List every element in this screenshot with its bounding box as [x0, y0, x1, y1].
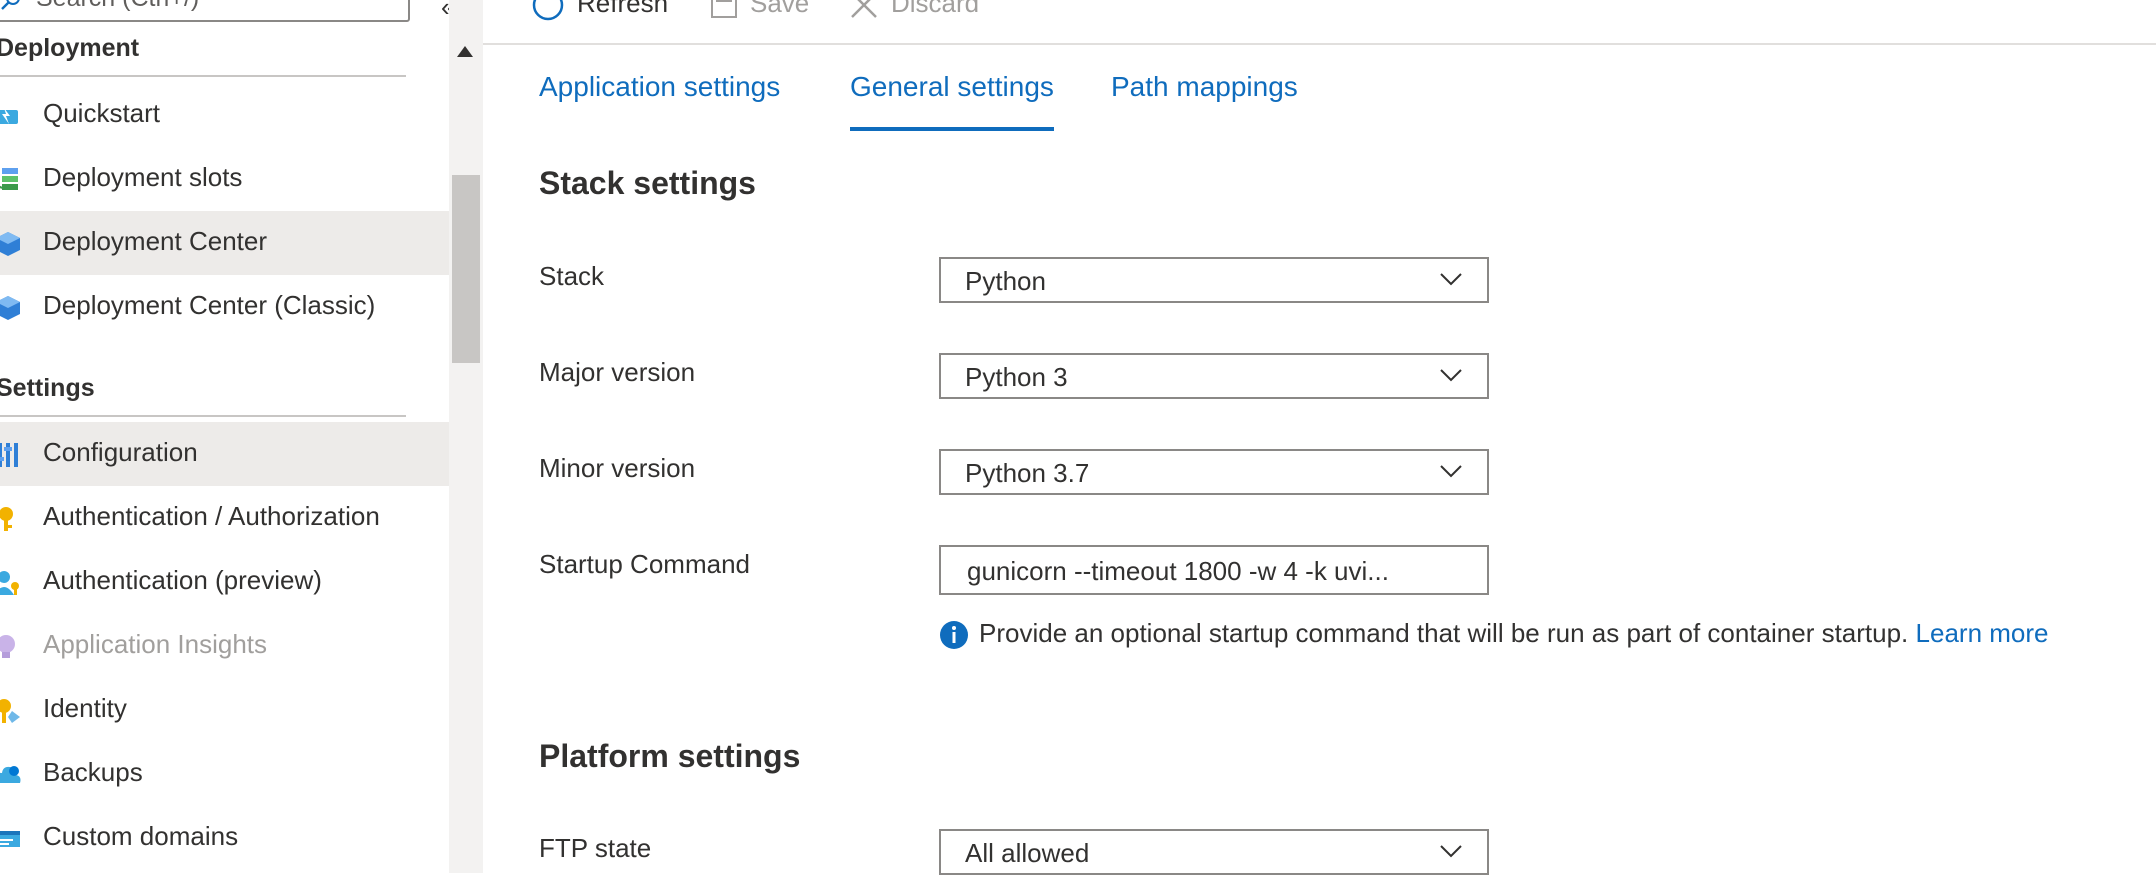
lightbulb-icon [0, 635, 15, 658]
stack-label: Stack [539, 261, 605, 291]
discard-label: Discard [891, 0, 980, 18]
user-key-icon [0, 571, 19, 595]
learn-more-link[interactable]: Learn more [1916, 618, 2049, 648]
stack-settings-heading: Stack settings [539, 165, 756, 201]
sidebar-item-authentication-preview[interactable]: Authentication (preview) [0, 550, 449, 614]
scroll-up-arrow-icon[interactable] [457, 46, 473, 57]
startup-command-label: Startup Command [539, 549, 750, 579]
command-bar: Refresh Save Discard [483, 0, 2156, 45]
startup-command-value: gunicorn --timeout 1800 -w 4 -k uvi... [967, 556, 1389, 586]
tab-general-settings[interactable]: General settings [850, 71, 1054, 131]
major-version-label: Major version [539, 357, 696, 387]
platform-settings-heading: Platform settings [539, 738, 801, 774]
deployment-slots-icon [0, 168, 18, 190]
search-placeholder: Search (Ctrl+/) [36, 0, 199, 13]
startup-command-input[interactable]: gunicorn --timeout 1800 -w 4 -k uvi... [939, 545, 1489, 595]
section-header-settings: Settings [0, 374, 406, 417]
startup-command-info-text: Provide an optional startup command that… [979, 618, 1909, 648]
section-header-deployment: Deployment [0, 34, 406, 77]
sidebar-item-label: Quickstart [43, 98, 161, 128]
sidebar-item-label: Deployment Center (Classic) [43, 290, 376, 320]
sidebar-item-deployment-center[interactable]: Deployment Center [0, 211, 449, 275]
refresh-icon [532, 0, 564, 21]
search-input[interactable]: Search (Ctrl+/) [0, 0, 410, 22]
sidebar-item-label: Custom domains [43, 821, 239, 851]
search-icon [1, 0, 20, 10]
identity-icon [0, 699, 20, 723]
ftp-state-value: All allowed [965, 838, 1090, 868]
save-label: Save [750, 0, 810, 18]
sidebar-item-label: Deployment slots [43, 162, 243, 192]
chevron-down-icon [1440, 369, 1462, 382]
sidebar-item-backups[interactable]: Backups [0, 742, 449, 806]
info-icon [940, 621, 968, 650]
domain-icon [0, 831, 20, 847]
major-version-value: Python 3 [965, 362, 1068, 392]
major-version-dropdown[interactable]: Python 3 [939, 353, 1489, 399]
chevron-down-icon [1440, 845, 1462, 858]
sidebar-item-authentication-authorization[interactable]: Authentication / Authorization [0, 486, 449, 550]
chevron-down-icon [1440, 465, 1462, 478]
save-button[interactable]: Save [710, 0, 809, 19]
deployment-center-icon [0, 232, 20, 256]
close-icon [851, 0, 877, 19]
refresh-label: Refresh [577, 0, 669, 18]
key-icon [0, 507, 13, 531]
stack-value: Python [965, 266, 1046, 296]
tab-path-mappings[interactable]: Path mappings [1111, 71, 1298, 127]
sidebar-item-custom-domains[interactable]: Custom domains [0, 806, 449, 870]
chevron-down-icon [1440, 273, 1462, 286]
scrollbar-thumb[interactable] [452, 175, 480, 363]
sidebar-item-deployment-center-classic[interactable]: Deployment Center (Classic) [0, 275, 449, 339]
sidebar-item-identity[interactable]: Identity [0, 678, 449, 742]
sidebar-item-configuration[interactable]: Configuration [0, 422, 449, 486]
minor-version-value: Python 3.7 [965, 458, 1090, 488]
deployment-center-classic-icon [0, 296, 20, 320]
minor-version-label: Minor version [539, 453, 696, 483]
save-icon [711, 0, 737, 19]
quickstart-icon [0, 108, 18, 124]
sidebar-item-label: Application Insights [43, 629, 268, 659]
cloud-backup-icon [0, 766, 21, 783]
sidebar-item-label: Identity [43, 693, 127, 723]
sidebar-item-quickstart[interactable]: Quickstart [0, 83, 449, 147]
ftp-state-dropdown[interactable]: All allowed [939, 829, 1489, 875]
configuration-icon [0, 443, 18, 467]
main-content: Application settings General settings Pa… [483, 45, 2156, 875]
sidebar: Search (Ctrl+/) « Deployment Quickstart … [0, 0, 455, 873]
ftp-state-label: FTP state [539, 833, 652, 863]
sidebar-item-label: Deployment Center [43, 226, 267, 256]
stack-dropdown[interactable]: Python [939, 257, 1489, 303]
sidebar-item-label: Authentication / Authorization [43, 501, 380, 531]
sidebar-item-application-insights[interactable]: Application Insights [0, 614, 449, 678]
tab-application-settings[interactable]: Application settings [539, 71, 780, 127]
refresh-button[interactable]: Refresh [531, 0, 668, 22]
sidebar-item-label: Authentication (preview) [43, 565, 322, 595]
discard-button[interactable]: Discard [849, 0, 979, 20]
sidebar-scrollbar[interactable] [449, 0, 483, 873]
sidebar-item-deployment-slots[interactable]: Deployment slots [0, 147, 449, 211]
sidebar-item-label: Configuration [43, 437, 198, 467]
sidebar-item-label: Backups [43, 757, 143, 787]
startup-command-info: Provide an optional startup command that… [939, 618, 2049, 650]
minor-version-dropdown[interactable]: Python 3.7 [939, 449, 1489, 495]
